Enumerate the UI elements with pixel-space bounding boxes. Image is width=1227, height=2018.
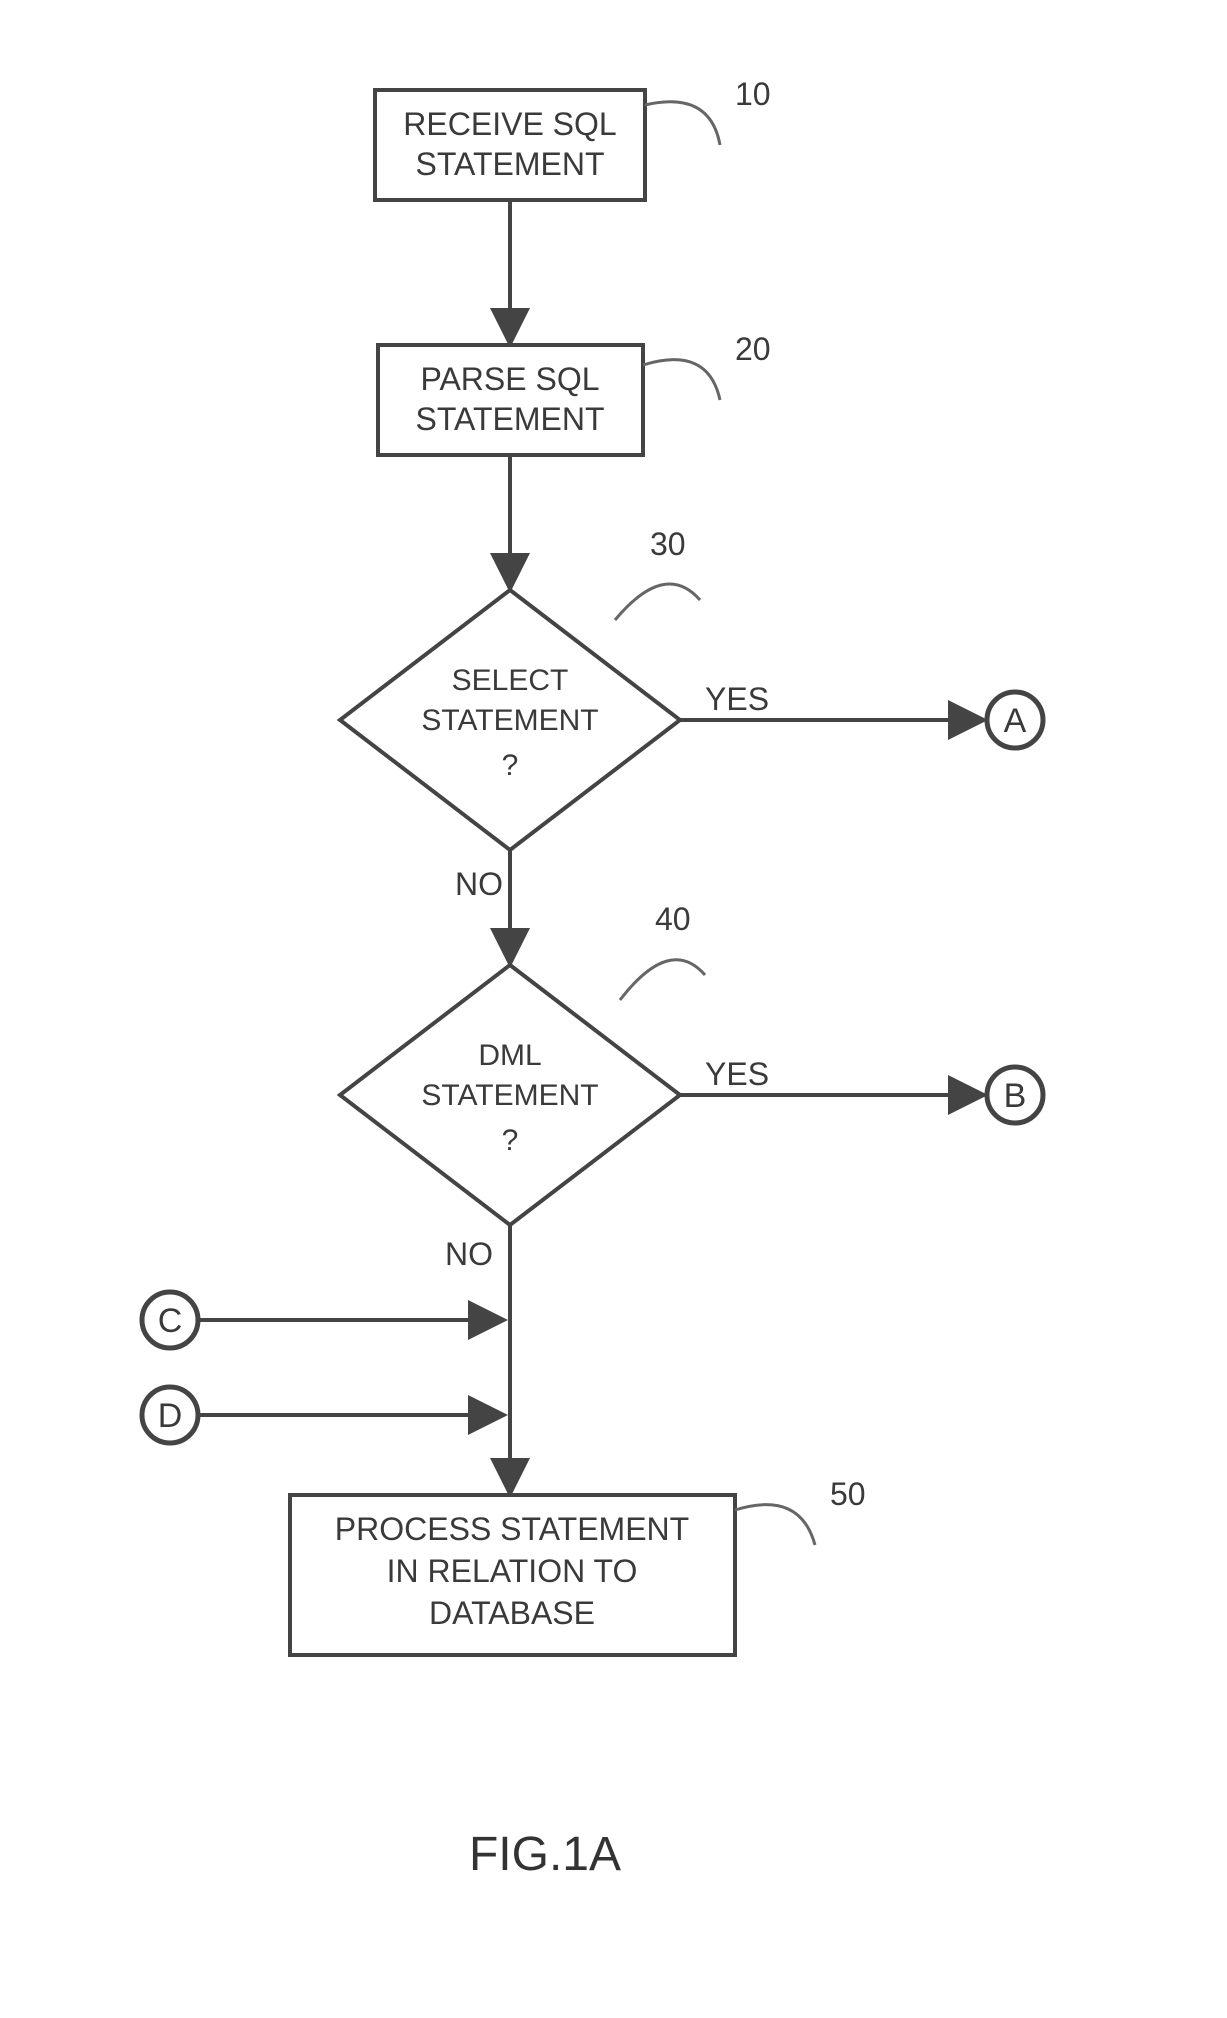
decision-dml-diamond: DML STATEMENT ? xyxy=(340,965,680,1225)
ref-label-10: 10 xyxy=(735,76,771,112)
connector-label-b: B xyxy=(1004,1077,1027,1115)
ref-label-50: 50 xyxy=(830,1476,866,1512)
decision-dml-line3: ? xyxy=(502,1124,519,1157)
step-process-box: PROCESS STATEMENT IN RELATION TO DATABAS… xyxy=(290,1495,735,1655)
ref-label-40: 40 xyxy=(655,901,691,937)
step-process-line1: PROCESS STATEMENT xyxy=(335,1511,689,1547)
ref-label-30: 30 xyxy=(650,526,686,562)
connector-label-d: D xyxy=(158,1397,183,1435)
ref-hook-30 xyxy=(615,584,700,620)
label-select-no: NO xyxy=(455,866,503,902)
connector-label-a: A xyxy=(1004,702,1027,740)
decision-dml-line1: DML xyxy=(478,1039,541,1072)
figure-label: FIG.1A xyxy=(469,1828,621,1881)
step-parse-sql-line2: STATEMENT xyxy=(415,401,604,437)
step-parse-sql-line1: PARSE SQL xyxy=(420,361,599,397)
decision-select-line1: SELECT xyxy=(452,664,569,697)
step-process-line2: IN RELATION TO xyxy=(387,1553,638,1589)
decision-select-diamond: SELECT STATEMENT ? xyxy=(340,590,680,850)
ref-hook-20 xyxy=(643,360,720,400)
label-dml-no: NO xyxy=(445,1236,493,1272)
ref-label-20: 20 xyxy=(735,331,771,367)
connector-label-c: C xyxy=(158,1302,183,1340)
step-receive-sql-line1: RECEIVE SQL xyxy=(403,106,616,142)
step-receive-sql-line2: STATEMENT xyxy=(415,146,604,182)
decision-dml-line2: STATEMENT xyxy=(421,1079,598,1112)
step-parse-sql-box: PARSE SQL STATEMENT xyxy=(378,345,643,455)
decision-select-line2: STATEMENT xyxy=(421,704,598,737)
ref-hook-10 xyxy=(645,102,720,145)
step-process-line3: DATABASE xyxy=(429,1595,595,1631)
step-receive-sql-box: RECEIVE SQL STATEMENT xyxy=(375,90,645,200)
ref-hook-40 xyxy=(620,960,705,1000)
decision-select-line3: ? xyxy=(502,749,519,782)
label-select-yes: YES xyxy=(705,681,769,717)
label-dml-yes: YES xyxy=(705,1056,769,1092)
ref-hook-50 xyxy=(735,1505,815,1545)
